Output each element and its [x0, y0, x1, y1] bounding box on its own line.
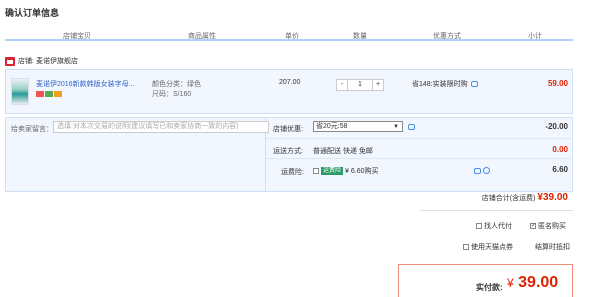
decrement-button[interactable]: - [336, 79, 348, 91]
quantity-input[interactable]: 1 [348, 79, 372, 91]
shop-label: 店铺: [18, 58, 34, 65]
shop-icon [5, 56, 15, 66]
column-header: 数量 [353, 33, 367, 40]
shop-discount-select[interactable]: 省20元:58 ▼ [313, 121, 403, 132]
info-icon[interactable] [408, 124, 415, 130]
shipping-method: 普通配送 快递 免邮 [313, 148, 373, 155]
anonymous-option[interactable]: 匿名购买 [530, 221, 566, 231]
product-thumbnail[interactable] [11, 78, 29, 105]
payment-amount: 39.00 [518, 274, 559, 291]
item-color-attr: 颜色分类：绿色 [152, 81, 201, 88]
proxy-pay-label: 找人代付 [484, 223, 512, 230]
shop-discount-value: 省20元:58 [316, 123, 348, 130]
shop-name-link[interactable]: 麦诺伊旗舰店 [36, 56, 78, 66]
service-badges [36, 91, 66, 98]
increment-button[interactable]: + [372, 79, 384, 91]
shop-total-label: 店铺合计(含运费) [481, 195, 536, 202]
currency-symbol: ¥ [507, 276, 514, 290]
payment-total: ¥ 39.00 [507, 274, 558, 292]
quantity-stepper: - 1 + [336, 79, 386, 91]
shop-line: 店铺: 麦诺伊旗舰店 [5, 55, 78, 67]
insurance-option: 运费险 ¥ 6.60购买 [313, 166, 378, 176]
divider [266, 138, 573, 139]
divider [420, 210, 573, 211]
chat-icon[interactable] [470, 81, 478, 87]
badge-icon [45, 91, 53, 97]
shop-discount-amount: -20.00 [545, 122, 568, 131]
help-icon[interactable] [483, 167, 490, 174]
shop-discount-label: 店铺优惠: [273, 126, 303, 133]
column-header: 小计 [528, 33, 542, 40]
chevron-down-icon: ▼ [393, 124, 399, 130]
payment-label: 实付款: [476, 283, 503, 292]
column-header: 优惠方式 [433, 33, 461, 40]
column-header: 商品属性 [188, 33, 216, 40]
insurance-tag: 运费险 [321, 167, 344, 175]
shop-total-amount: ¥39.00 [537, 192, 568, 203]
tmall-points-checkbox[interactable] [463, 244, 469, 250]
promo-text: 省148:实装限时购 [412, 81, 468, 88]
item-subtotal: 59.00 [547, 79, 568, 88]
column-header: 店铺宝贝 [63, 33, 91, 40]
badge-icon [54, 91, 62, 97]
badge-icon [36, 91, 44, 97]
proxy-pay-checkbox[interactable] [476, 223, 482, 229]
message-input[interactable]: 选填:对本次交易的说明(建议填写已和卖家协商一致的内容) [53, 121, 269, 133]
shipping-amount: 0.00 [552, 145, 568, 154]
unit-price: 207.00 [279, 79, 301, 86]
chat-icon[interactable] [474, 168, 481, 174]
shop-total: 店铺合计(含运费) ¥39.00 [482, 192, 568, 203]
anonymous-label: 匿名购买 [538, 223, 566, 230]
divider [266, 158, 573, 159]
column-header: 单价 [285, 33, 299, 40]
tmall-points-option[interactable]: 使用天猫点券 [463, 242, 513, 252]
item-size-attr: 尺码：S/160 [152, 91, 192, 98]
insurance-label: 运费险: [281, 169, 304, 176]
message-label: 给卖家留言： [11, 126, 53, 133]
installment-label: 结算时抵扣 [535, 244, 570, 251]
insurance-checkbox[interactable] [313, 168, 319, 174]
insurance-amount: 6.60 [552, 165, 568, 174]
tmall-points-label: 使用天猫点券 [471, 244, 513, 251]
proxy-pay-option[interactable]: 找人代付 [476, 221, 512, 231]
promo-info: 省148:实装限时购 [412, 79, 478, 89]
item-row [5, 69, 573, 114]
page-title: 确认订单信息 [5, 8, 60, 18]
item-title-link[interactable]: 麦诺伊2016新款韩版女装字母... [36, 79, 134, 89]
table-header: 店铺宝贝 商品属性 单价 数量 优惠方式 小计 [5, 29, 573, 41]
shipping-label: 运送方式: [273, 148, 303, 155]
anonymous-checkbox[interactable] [530, 223, 536, 229]
insurance-price: ¥ 6.60购买 [345, 168, 379, 175]
